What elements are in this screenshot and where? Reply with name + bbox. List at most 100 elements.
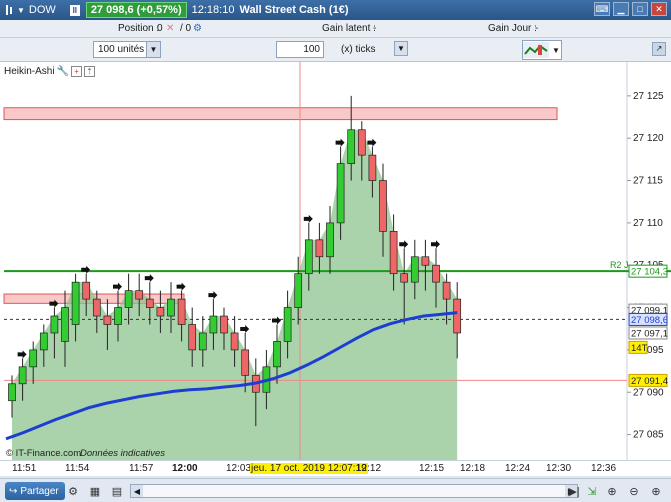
scroll-left-icon[interactable]: ◀ — [131, 485, 143, 497]
scroll-end-icon[interactable]: ▶| — [566, 483, 582, 499]
candle-body — [145, 298, 154, 308]
settings-icon[interactable]: ⚙ — [65, 483, 81, 499]
quantity-select[interactable]: 100 unités ▼ — [93, 41, 161, 58]
signal-arrow — [240, 324, 250, 333]
pivot-label: R2 J — [610, 260, 629, 270]
signal-arrow — [272, 316, 281, 325]
candle-body — [453, 298, 462, 334]
time-tick: 12:24 — [505, 463, 531, 474]
candle-body — [103, 315, 112, 325]
resistance-zone — [3, 107, 558, 121]
candle-body — [283, 307, 292, 342]
candle-body — [421, 256, 430, 266]
candle-body — [18, 366, 27, 385]
chevron-down-icon[interactable]: ▼ — [552, 46, 560, 55]
price-tick-label: 27 120 — [633, 133, 664, 144]
ticks-value: 100 — [303, 44, 320, 55]
candle-body — [124, 290, 133, 308]
time-tick: 12:30 — [546, 463, 572, 474]
ticks-input[interactable]: 100 — [276, 41, 324, 58]
daily-value: - — [535, 23, 539, 34]
keyboard-icon[interactable]: ⌨ — [594, 2, 610, 16]
candle-body — [230, 332, 239, 351]
price-tag-label: 27 098,6 — [631, 315, 668, 326]
price-tick-label: 27 125 — [633, 91, 664, 102]
grid-icon[interactable]: ▦ — [87, 483, 103, 499]
signal-arrow — [17, 350, 27, 359]
candle-body — [294, 273, 303, 308]
candle-body — [326, 222, 334, 258]
price-chart[interactable]: 27 12527 12027 11527 11027 10527 10027 0… — [0, 62, 671, 460]
price-tag-label: 27 104,3 — [631, 267, 668, 278]
order-toolbar: 100 unités ▼ 100 (x) ticks ▼ ▼ ↗ — [0, 38, 671, 62]
horizontal-scrollbar[interactable]: ◀ ▶ — [130, 484, 578, 498]
info-icon[interactable]: II — [69, 4, 80, 16]
indicator-label-box: Heikin-Ashi 🔧 + ⇡ — [4, 66, 96, 77]
candle-body — [389, 231, 398, 275]
chart-style-button[interactable]: ▼ — [522, 40, 562, 60]
position-total: / 0 — [180, 23, 192, 34]
price-tag-label: 14T — [631, 343, 648, 354]
close-icon[interactable]: ✕ — [651, 2, 667, 16]
chevron-down-icon[interactable]: ▼ — [394, 41, 408, 56]
chart-style-icon — [523, 42, 549, 58]
share-label: Partager — [20, 485, 59, 497]
candle-body — [315, 239, 324, 258]
candle-body — [432, 264, 440, 283]
share-button[interactable]: ↪ Partager — [5, 482, 65, 500]
latent-label: Gain latent : — [322, 23, 376, 34]
candle-body — [368, 154, 377, 181]
zoom-area-icon[interactable]: ⊕ — [604, 483, 620, 499]
candle-body — [61, 307, 69, 342]
candle-body — [82, 281, 91, 300]
time-tick: 12:36 — [591, 463, 617, 474]
move-indicator-icon[interactable]: ⇡ — [84, 66, 96, 77]
instrument-name[interactable]: DOW — [29, 4, 56, 16]
chevron-down-icon[interactable]: ▼ — [146, 42, 160, 57]
minimize-icon[interactable]: ▁ — [613, 2, 629, 16]
time-tick: 11:51 — [12, 463, 37, 474]
chart-canvas[interactable]: 27 12527 12027 11527 11027 10527 10027 0… — [0, 62, 671, 460]
candle-body — [39, 332, 48, 351]
collapse-icon[interactable]: ↗ — [652, 42, 666, 56]
candle-body — [241, 349, 250, 376]
indicator-label[interactable]: Heikin-Ashi — [4, 66, 55, 77]
time-tick: 12:15 — [419, 463, 445, 474]
calendar-icon[interactable]: ▤ — [109, 483, 125, 499]
signal-arrow — [335, 138, 345, 147]
candle-body — [357, 129, 366, 156]
position-info-bar: Position : 0 ✕ / 0 ⚙ Gain latent : - Gai… — [0, 20, 671, 38]
ticks-unit-select[interactable]: (x) ticks ▼ — [337, 41, 408, 58]
candle-body — [177, 298, 186, 325]
candle-body — [220, 315, 228, 334]
candle-body — [273, 341, 281, 368]
candle-body — [135, 290, 144, 300]
wrench-icon[interactable]: 🔧 — [57, 66, 69, 77]
link-icon[interactable]: ⚙ — [193, 23, 202, 34]
maximize-icon[interactable]: □ — [632, 2, 648, 16]
latent-value: - — [373, 23, 377, 34]
candle-body — [336, 163, 345, 224]
signal-arrow — [431, 240, 440, 249]
signal-arrow — [399, 240, 409, 249]
chart-type-icon[interactable] — [4, 4, 14, 16]
time-tick: 12:12 — [356, 463, 382, 474]
time-axis: 11:51 11:54 11:57 12:00 12:03 jeu. 17 oc… — [0, 460, 671, 476]
candle-body — [50, 315, 59, 334]
zoom-in-icon[interactable]: ⊕ — [648, 483, 664, 499]
instrument-dropdown-icon[interactable]: ▼ — [17, 6, 25, 15]
candle-body — [29, 349, 38, 368]
time-tick: 11:54 — [65, 463, 90, 474]
bottom-toolbar: ↪ Partager ⚙ ▦ ▤ ◀ ▶ ▶| ⇲ ⊕ ⊖ ⊕ — [0, 478, 671, 502]
price-tick-label: 27 110 — [633, 218, 663, 229]
position-value: 0 — [157, 23, 163, 34]
candle-body — [8, 383, 16, 402]
add-indicator-icon[interactable]: + — [71, 66, 83, 77]
signal-arrow — [113, 282, 122, 291]
signal-arrow — [81, 265, 91, 274]
quantity-value: 100 unités — [98, 44, 145, 55]
auto-fit-icon[interactable]: ⇲ — [584, 483, 600, 499]
close-position-icon[interactable]: ✕ — [166, 23, 174, 34]
price-badge: 27 098,6 (+0,57%) — [85, 2, 187, 18]
zoom-out-icon[interactable]: ⊖ — [626, 483, 642, 499]
